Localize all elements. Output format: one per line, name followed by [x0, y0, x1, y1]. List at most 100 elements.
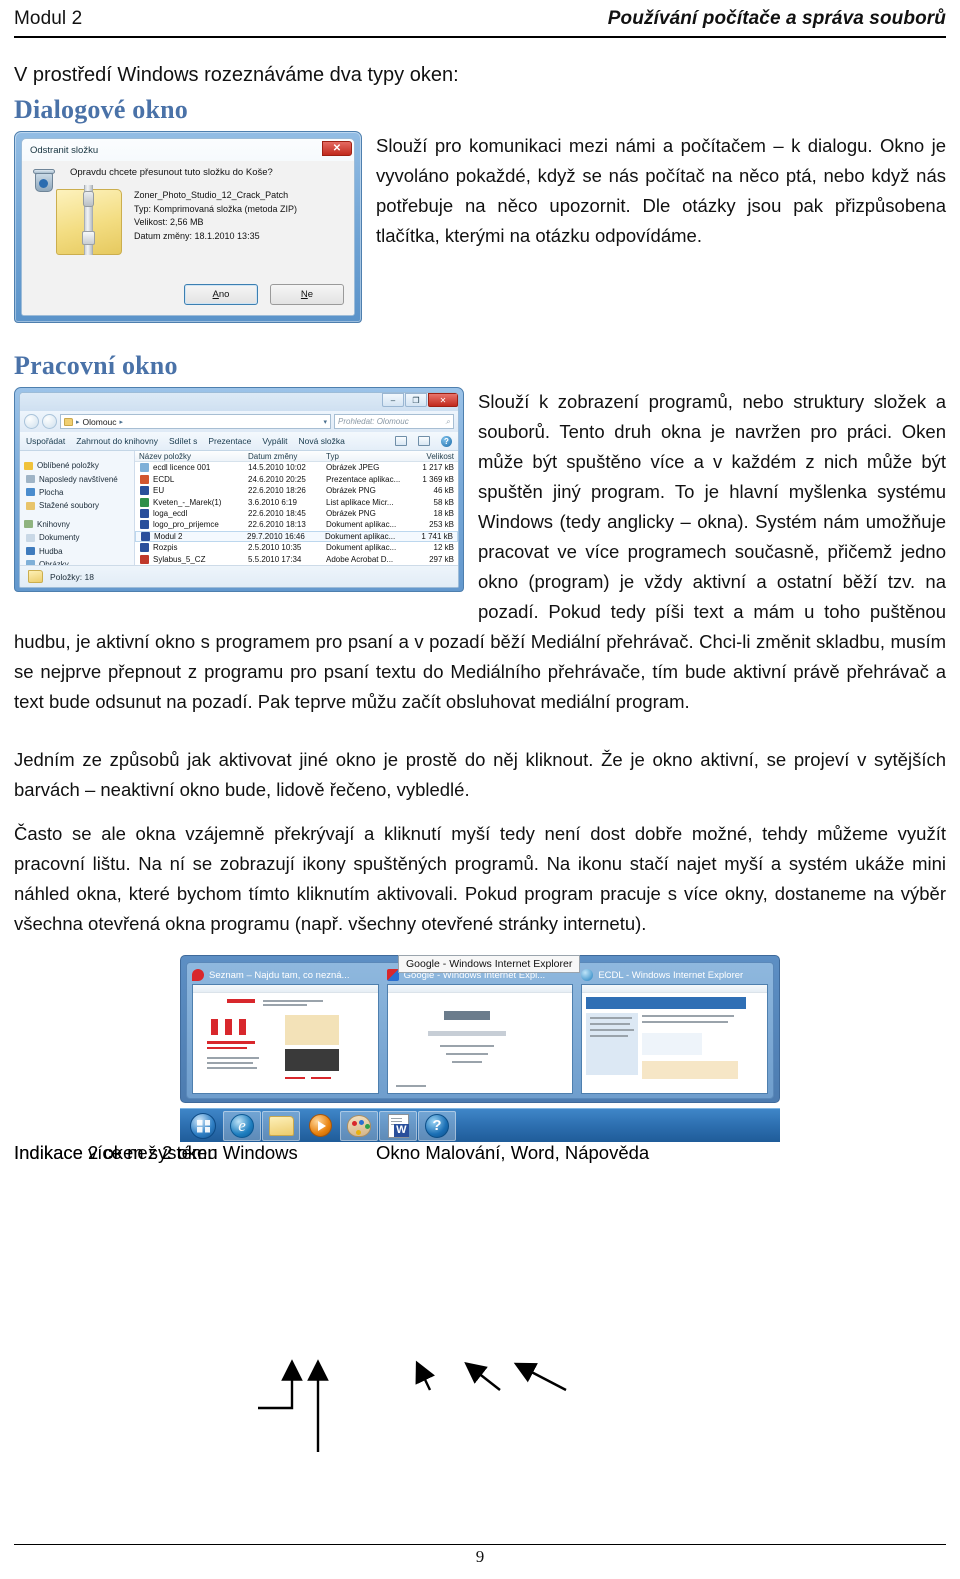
file-list-header: Název položky Datum změny Typ Velikost: [135, 451, 458, 463]
no-button[interactable]: Ne: [270, 284, 344, 305]
table-row[interactable]: Kveten_-_Marek(1) 3.6.2010 6:19 List aplik…: [135, 496, 458, 507]
thumbnail-seznam[interactable]: Seznam – Najdu tam, co nezná...: [192, 969, 379, 1095]
nav-item-obrazky[interactable]: Obrázky: [24, 558, 134, 565]
nav-item-oblibene[interactable]: Oblíbené položky: [24, 459, 134, 472]
file-size: 46 kB: [433, 486, 454, 496]
zip-folder-icon: [54, 185, 126, 259]
header-divider: [14, 36, 946, 38]
thumbnail-caption: Seznam – Najdu tam, co nezná...: [192, 969, 379, 982]
table-row[interactable]: Sylabus_5_CZ 5.5.2010 17:34 Adobe Acrobat …: [135, 554, 458, 565]
document-page: Modul 2 Používání počítače a správa soub…: [0, 0, 960, 1579]
internet-explorer-icon[interactable]: [223, 1110, 261, 1141]
file-type: Dokument aplikac...: [325, 531, 396, 541]
google-icon: [386, 969, 399, 982]
meta-size: Velikost: 2,56 MB: [134, 217, 204, 228]
file-icon: [140, 554, 149, 564]
maximize-icon[interactable]: ❐: [405, 393, 427, 407]
file-date: 22.6.2010 18:26: [248, 486, 306, 496]
file-name: logo_pro_prijemce: [153, 520, 219, 530]
thumbnail-preview: [386, 984, 574, 1095]
cmd-zahrnout[interactable]: Zahrnout do knihovny: [76, 436, 158, 446]
table-row[interactable]: Rozpis 2.5.2010 10:35 Dokument aplikac... 1…: [135, 542, 458, 553]
file-type: Dokument aplikac...: [326, 520, 397, 530]
thumbnail-ecdl[interactable]: ECDL - Windows Internet Explorer: [581, 969, 769, 1095]
nav-item-naposledy[interactable]: Naposledy navštívené: [24, 472, 134, 485]
table-row[interactable]: ECDL 24.6.2010 20:25 Prezentace aplikac...…: [135, 474, 458, 485]
paragraph-taskbar: Často se ale okna vzájemně překrývají a …: [14, 822, 946, 934]
dialog-titlebar: Odstranit složku ✕: [22, 139, 354, 161]
seznam-icon: [192, 969, 204, 982]
close-icon[interactable]: ✕: [428, 393, 458, 407]
paint-icon[interactable]: [340, 1110, 378, 1141]
downloads-icon: [26, 501, 35, 510]
header-right-text: Používání počítače a správa souborů: [607, 8, 946, 29]
view-layout-icon[interactable]: [395, 436, 407, 446]
file-name: ecdl licence 001: [153, 463, 211, 473]
thumbnail-google[interactable]: Google - Windows Internet Expl...: [386, 969, 574, 1095]
word-icon[interactable]: [379, 1110, 417, 1141]
explorer-address-row: ▸ Olomouc ▸ ▾ Prohledat: Olomouc ⌕: [20, 411, 458, 432]
nav-item-plocha[interactable]: Plocha: [24, 486, 134, 499]
nav-label: Plocha: [39, 487, 64, 497]
cmd-vypalit[interactable]: Vypálit: [262, 436, 287, 446]
col-type[interactable]: Typ: [322, 452, 406, 461]
heading-pracovni-okno: Pracovní okno: [14, 351, 178, 380]
file-size: 12 kB: [433, 543, 454, 553]
yes-button-rest: no: [218, 289, 230, 300]
nav-item-hudba[interactable]: Hudba: [24, 544, 134, 557]
music-icon: [26, 547, 35, 556]
nav-item-stazene[interactable]: Stažené soubory: [24, 499, 134, 512]
thumbnail-title: Seznam – Najdu tam, co nezná...: [209, 969, 350, 981]
search-input[interactable]: Prohledat: Olomouc ⌕: [334, 414, 454, 429]
help-icon[interactable]: [418, 1110, 456, 1141]
cmd-sdilet[interactable]: Sdílet s: [169, 436, 197, 446]
table-row[interactable]: EU 22.6.2010 18:26 Obrázek PNG 46 kB: [135, 485, 458, 496]
file-date: 22.6.2010 18:45: [248, 508, 306, 518]
annotation-paint-word-help: Okno Malování, Word, Nápověda: [376, 1142, 650, 1164]
nav-item-dokumenty[interactable]: Dokumenty: [24, 531, 134, 544]
annotation-two-windows: Indikace 2 oken systému Windows: [14, 1142, 298, 1164]
dialog-body: Opravdu chcete přesunout tuto složku do …: [22, 161, 354, 315]
meta-modified: Datum změny: 18.1.2010 13:35: [134, 231, 260, 242]
page-footer: 9: [14, 1544, 946, 1567]
close-icon[interactable]: ✕: [322, 140, 352, 156]
col-name[interactable]: Název položky: [135, 452, 244, 461]
taskbar-tooltip: Google - Windows Internet Explorer: [398, 955, 581, 974]
cmd-nova-slozka[interactable]: Nová složka: [299, 436, 345, 446]
dialog-screenshot: Odstranit složku ✕ Opravdu chcete přesun…: [14, 131, 362, 323]
help-icon[interactable]: ?: [441, 435, 452, 447]
address-dropdown-icon[interactable]: ▾: [323, 418, 327, 426]
forward-icon[interactable]: [42, 414, 57, 429]
file-date: 29.7.2010 16:46: [247, 531, 305, 541]
table-row[interactable]: logo_pro_prijemce 22.6.2010 18:13 Dokument…: [135, 519, 458, 530]
file-name: Modul 2: [154, 531, 183, 541]
col-size[interactable]: Velikost: [406, 452, 458, 461]
preview-pane-icon[interactable]: [418, 436, 430, 446]
col-date[interactable]: Datum změny: [244, 452, 322, 461]
file-date: 22.6.2010 18:13: [248, 520, 306, 530]
file-type: Obrázek JPEG: [326, 463, 380, 473]
cmd-usporadat[interactable]: Uspořádat: [26, 436, 65, 446]
address-bar[interactable]: ▸ Olomouc ▸ ▾: [60, 414, 331, 429]
yes-button[interactable]: Ano: [184, 284, 258, 305]
header-left-text: Modul 2: [14, 8, 83, 29]
cmd-prezentace[interactable]: Prezentace: [208, 436, 251, 446]
dialog-window: Odstranit složku ✕ Opravdu chcete přesun…: [21, 138, 355, 316]
windows-media-player-icon[interactable]: [301, 1111, 339, 1141]
no-button-rest: e: [307, 289, 314, 300]
footer-divider: [14, 1544, 946, 1545]
back-icon[interactable]: [24, 414, 39, 429]
windows-explorer-folder-icon[interactable]: [262, 1110, 300, 1141]
table-row[interactable]: loga_ecdl 22.6.2010 18:45 Obrázek PNG 18 kB: [135, 508, 458, 519]
file-type: Obrázek PNG: [326, 486, 376, 496]
status-text: Položky: 18: [50, 571, 94, 582]
folder-icon: [28, 570, 43, 583]
file-icon: [140, 486, 149, 496]
nav-item-knihovny[interactable]: Knihovny: [24, 518, 134, 531]
start-orb-icon[interactable]: [184, 1111, 222, 1141]
minimize-icon[interactable]: –: [382, 393, 404, 407]
intro-line: V prostředí Windows rozeznáváme dva typy…: [14, 64, 459, 86]
table-row[interactable]: ecdl licence 001 14.5.2010 10:02 Obrázek J…: [135, 462, 458, 473]
table-row[interactable]: Modul 2 29.7.2010 16:46 Dokument aplikac..…: [135, 530, 458, 543]
dialog-window-frame: Odstranit složku ✕ Opravdu chcete přesun…: [14, 131, 362, 323]
